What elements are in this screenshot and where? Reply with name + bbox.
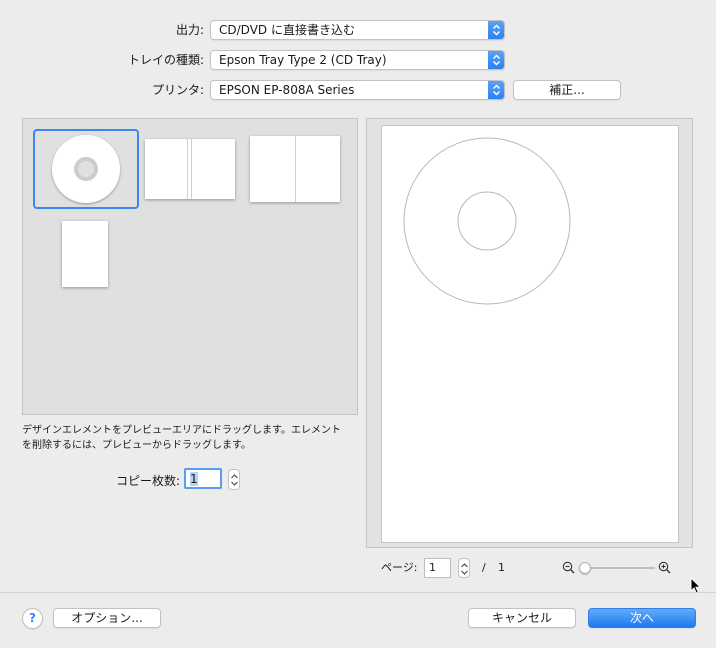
next-button[interactable]: 次へ [588,608,696,628]
design-element-booklet[interactable] [145,139,235,199]
copies-field[interactable]: 1 [184,468,222,489]
tray-popup-value: Epson Tray Type 2 (CD Tray) [219,53,387,67]
output-popup[interactable]: CD/DVD に直接書き込む [210,20,505,40]
cancel-button[interactable]: キャンセル [468,608,576,628]
calibrate-button[interactable]: 補正... [513,80,621,100]
copies-value: 1 [190,472,198,486]
printer-popup-value: EPSON EP-808A Series [219,83,355,97]
help-icon: ? [29,611,36,625]
zoom-slider[interactable] [579,561,656,575]
copies-stepper[interactable] [228,469,240,490]
design-element-card[interactable] [62,221,108,287]
popup-arrows-icon [488,21,504,39]
page-separator: / [482,561,486,574]
popup-arrows-icon [488,51,504,69]
design-element-jacket[interactable] [250,136,340,202]
design-elements-panel [22,118,358,415]
design-element-cd[interactable] [33,129,139,209]
help-button[interactable]: ? [22,608,43,629]
page-field[interactable]: 1 [424,558,451,578]
page-label: ページ: [381,561,418,574]
tray-popup[interactable]: Epson Tray Type 2 (CD Tray) [210,50,505,70]
instruction-line-2: を削除するには、プレビューからドラッグします。 [22,440,251,451]
zoom-slider-track [583,567,655,569]
page-value: 1 [429,561,436,574]
preview-page[interactable] [381,125,679,543]
preview-panel [366,118,693,548]
copies-label: コピー枚数: [115,474,180,488]
output-popup-value: CD/DVD に直接書き込む [219,23,355,37]
zoom-slider-knob[interactable] [579,562,591,574]
zoom-in-icon[interactable] [658,561,671,577]
popup-arrows-icon [488,81,504,99]
printer-popup[interactable]: EPSON EP-808A Series [210,80,505,100]
printer-label: プリンタ: [151,83,204,97]
preview-cd-outline [403,137,571,305]
tray-label: トレイの種類: [127,53,204,67]
page-stepper[interactable] [458,558,470,578]
footer-divider [0,592,716,593]
instruction-text: デザインエレメントをプレビューエリアにドラッグします。エレメント を削除するには… [22,423,358,453]
options-button[interactable]: オプション... [53,608,161,628]
mouse-cursor-icon [690,576,702,598]
zoom-out-icon[interactable] [562,561,575,577]
instruction-line-1: デザインエレメントをプレビューエリアにドラッグします。エレメント [22,425,341,436]
output-label: 出力: [175,23,204,37]
total-pages: 1 [498,561,505,574]
